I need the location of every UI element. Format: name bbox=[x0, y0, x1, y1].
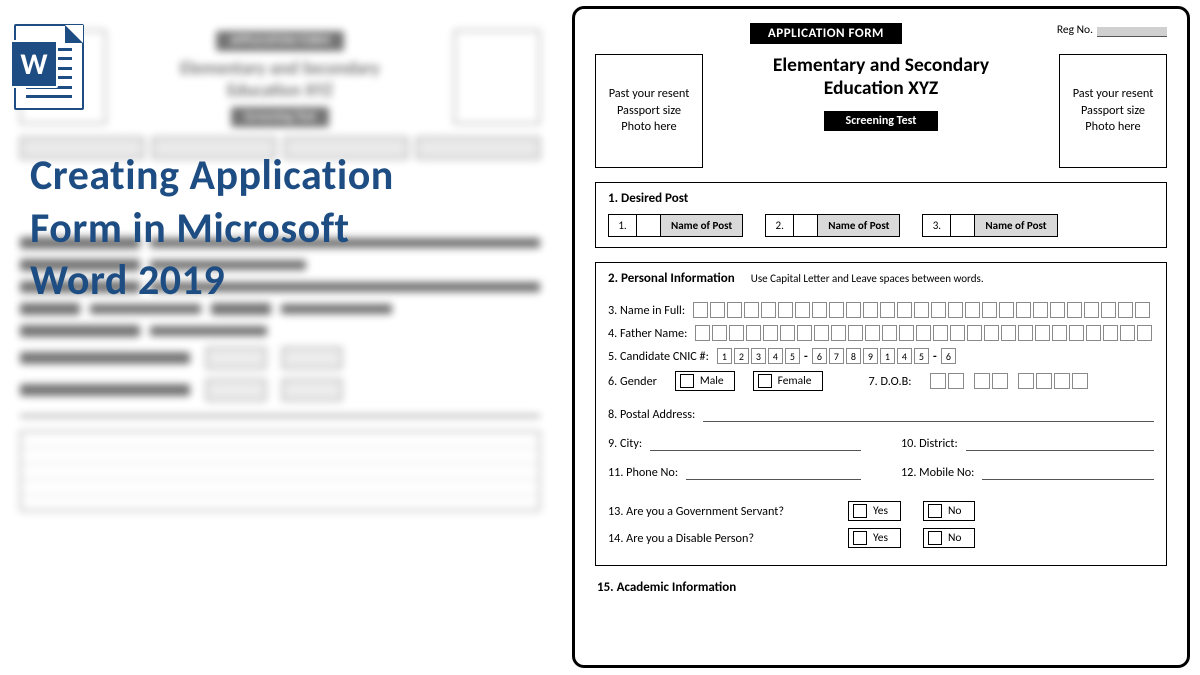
q13-no[interactable]: No bbox=[923, 501, 975, 521]
q14-no[interactable]: No bbox=[923, 528, 975, 548]
q14-yes[interactable]: Yes bbox=[848, 528, 901, 548]
gender-female[interactable]: Female bbox=[753, 371, 823, 391]
org-title: Elementary and SecondaryEducation XYZ bbox=[721, 54, 1041, 101]
section-desired-post: 1. Desired Post 1.Name of Post 2.Name of… bbox=[595, 182, 1167, 248]
form-badge: APPLICATION FORM bbox=[750, 23, 902, 44]
address-input[interactable] bbox=[703, 408, 1154, 422]
post-option[interactable]: 2.Name of Post bbox=[765, 214, 900, 237]
application-form-page: APPLICATION FORM Reg No. Past your resen… bbox=[572, 6, 1190, 668]
section-personal-info: 2. Personal InformationUse Capital Lette… bbox=[595, 262, 1167, 566]
photo-box-left: Past your resent Passport size Photo her… bbox=[595, 54, 703, 168]
mobile-input[interactable] bbox=[982, 466, 1154, 480]
district-input[interactable] bbox=[966, 437, 1154, 451]
cnic-input[interactable]: 12345-6789145-6 bbox=[717, 348, 956, 364]
dob-input[interactable] bbox=[930, 373, 1088, 389]
word-icon: W bbox=[24, 18, 94, 104]
tutorial-title: Creating Application Form in Microsoft W… bbox=[30, 150, 394, 308]
post-option[interactable]: 3.Name of Post bbox=[922, 214, 1057, 237]
section-academic-heading: 15. Academic Information bbox=[595, 580, 1167, 595]
screening-badge: Screening Test bbox=[824, 111, 939, 131]
post-option[interactable]: 1.Name of Post bbox=[608, 214, 743, 237]
q13-yes[interactable]: Yes bbox=[848, 501, 901, 521]
father-input[interactable] bbox=[695, 325, 1152, 341]
phone-input[interactable] bbox=[686, 466, 861, 480]
photo-box-right: Past your resent Passport size Photo her… bbox=[1059, 54, 1167, 168]
gender-male[interactable]: Male bbox=[675, 371, 735, 391]
name-input[interactable] bbox=[693, 302, 1150, 318]
city-input[interactable] bbox=[650, 437, 861, 451]
reg-no: Reg No. bbox=[1057, 23, 1167, 37]
